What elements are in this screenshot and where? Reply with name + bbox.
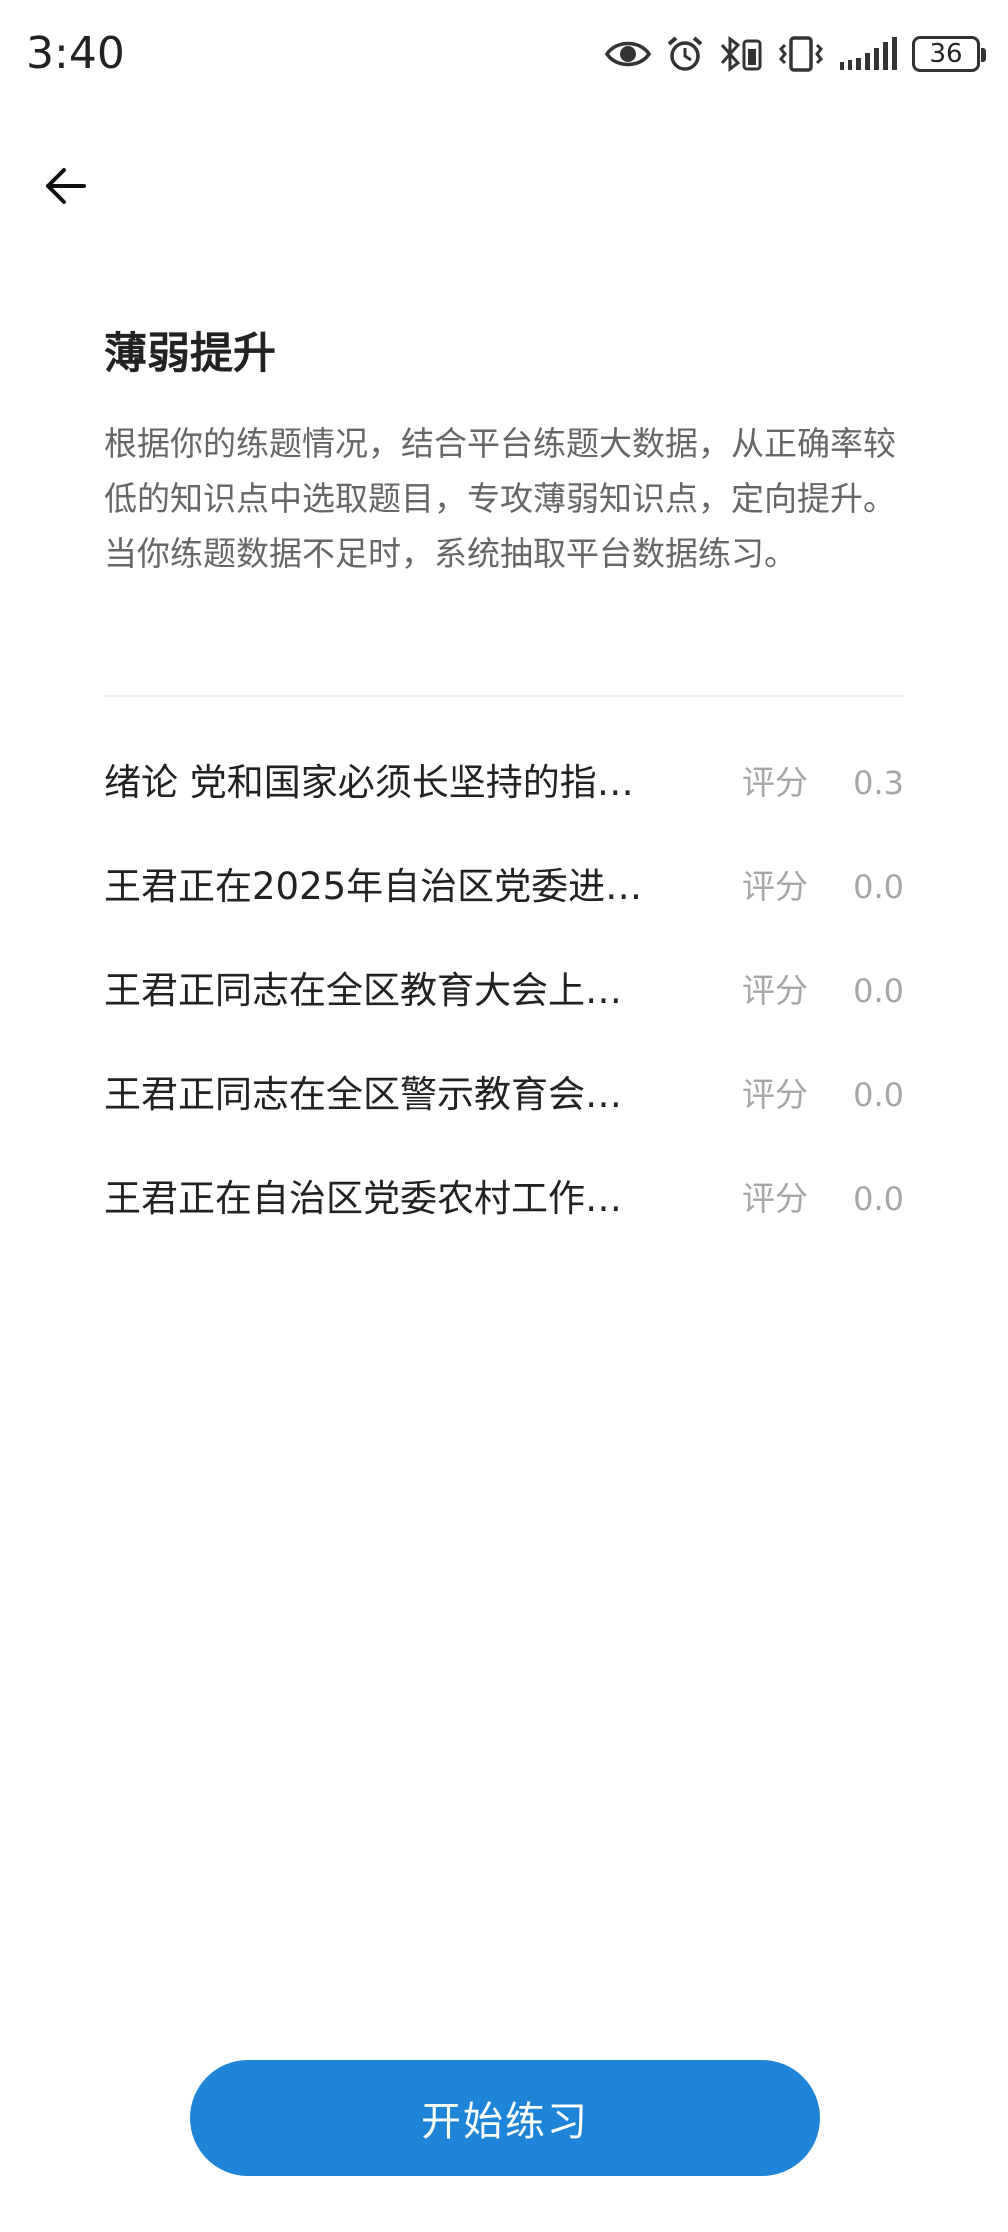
description: 根据你的练题情况，结合平台练题大数据，从正确率较低的知识点中选取题目，专攻薄弱知… [104,416,904,581]
bluetooth-icon [720,36,762,72]
vibrate-icon [778,36,824,72]
topic-score-value: 0.0 [853,1076,904,1114]
topic-row[interactable]: 王君正在2025年自治区党委进… 评分 0.0 [104,853,904,957]
battery-icon: 36 [912,36,986,72]
arrow-left-icon [46,168,86,204]
divider [104,695,904,697]
topic-score-value: 0.3 [853,764,904,802]
topic-score-label: 评分 [742,1179,808,1218]
topic-score-value: 0.0 [853,868,904,906]
status-icons: 36 [604,30,986,78]
battery-level: 36 [929,39,963,69]
topic-row[interactable]: 王君正同志在全区教育大会上… 评分 0.0 [104,957,904,1061]
topic-title: 王君正在2025年自治区党委进… [104,865,643,908]
topic-score-label: 评分 [742,763,808,802]
topic-title: 王君正同志在全区教育大会上… [104,969,622,1012]
topic-score-label: 评分 [742,867,808,906]
topic-score-value: 0.0 [853,1180,904,1218]
back-button[interactable] [36,156,96,216]
weak-topic-list: 绪论 党和国家必须长坚持的指… 评分 0.3 王君正在2025年自治区党委进… … [104,749,904,1269]
eye-icon [604,41,652,67]
topic-score-label: 评分 [742,971,808,1010]
topic-title: 王君正同志在全区警示教育会… [104,1073,622,1116]
topic-title: 王君正在自治区党委农村工作… [104,1177,622,1220]
status-time: 3:40 [26,28,125,79]
status-bar: 3:40 36 [0,0,1008,108]
description-main: 根据你的练题情况，结合平台练题大数据，从正确率较低的知识点中选取题目，专攻薄弱知… [104,424,896,518]
page-title: 薄弱提升 [104,329,276,379]
description-note: 当你练题数据不足时，系统抽取平台数据练习。 [104,534,797,573]
topic-row[interactable]: 绪论 党和国家必须长坚持的指… 评分 0.3 [104,749,904,853]
topic-title: 绪论 党和国家必须长坚持的指… [104,761,634,804]
alarm-icon [667,36,703,71]
topic-score-label: 评分 [742,1075,808,1114]
topic-row[interactable]: 王君正同志在全区警示教育会… 评分 0.0 [104,1061,904,1165]
signal-icon [840,37,897,70]
start-practice-button[interactable]: 开始练习 [190,2060,820,2176]
topic-score-value: 0.0 [853,972,904,1010]
topic-row[interactable]: 王君正在自治区党委农村工作… 评分 0.0 [104,1165,904,1269]
